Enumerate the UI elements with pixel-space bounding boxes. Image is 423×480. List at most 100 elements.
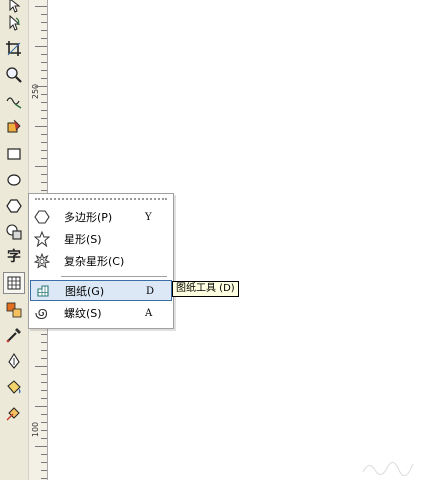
ruler-tick	[41, 142, 47, 143]
menu-item-label: 多边形(P)	[64, 211, 113, 224]
menu-item-graph-paper[interactable]: 图纸(G) D	[30, 280, 172, 301]
graph-paper-icon	[35, 283, 51, 299]
ruler-tick	[35, 86, 47, 87]
ruler-tick	[41, 94, 47, 95]
menu-separator	[61, 276, 167, 277]
tooltip: 图纸工具 (D)	[172, 281, 239, 297]
ruler-tick	[41, 30, 47, 31]
ruler-tick	[41, 102, 47, 103]
ruler-tick	[41, 374, 47, 375]
ruler-tick	[41, 38, 47, 39]
ruler-tick	[41, 158, 47, 159]
ruler-tick	[41, 150, 47, 151]
eyedropper-tool[interactable]	[3, 324, 25, 346]
ruler-tick	[35, 46, 47, 47]
ruler-tick	[41, 398, 47, 399]
ruler-tick	[41, 422, 47, 423]
ruler-tick	[41, 70, 47, 71]
crop-tool[interactable]	[3, 38, 25, 60]
object-flyout-menu: 多边形(P) Y 星形(S) 复杂星形(C) 图纸(G) D 螺纹(S) A	[28, 193, 174, 329]
ruler-tick	[41, 430, 47, 431]
graph-paper-icon	[6, 275, 22, 291]
ruler-label: 100	[31, 421, 41, 437]
ruler-tick	[41, 334, 47, 335]
ruler-tick	[41, 358, 47, 359]
menu-item-polygon[interactable]: 多边形(P) Y	[30, 207, 172, 228]
ruler-tick	[41, 174, 47, 175]
ruler-tick	[41, 118, 47, 119]
smart-fill-tool[interactable]	[3, 116, 25, 138]
ruler-tick	[41, 342, 47, 343]
basic-shapes-icon	[5, 223, 23, 241]
ruler-tick	[41, 78, 47, 79]
ruler-tick	[35, 126, 47, 127]
ruler-tick	[41, 54, 47, 55]
ruler-tick	[41, 22, 47, 23]
fill-tool[interactable]	[3, 376, 25, 398]
ruler-tick	[41, 390, 47, 391]
interactive-fill-icon	[5, 404, 23, 422]
polygon-icon	[34, 209, 50, 225]
crop-icon	[5, 40, 23, 58]
interactive-blend-icon	[5, 301, 23, 319]
menu-item-label: 星形(S)	[64, 233, 102, 246]
polygon-icon	[6, 198, 22, 214]
ellipse-tool[interactable]	[3, 169, 25, 191]
shape-tool[interactable]	[3, 12, 25, 34]
text-tool[interactable]: 字	[3, 245, 25, 267]
pen-nib-icon	[5, 352, 23, 370]
ruler-tick	[41, 462, 47, 463]
interactive-fill-tool[interactable]	[3, 402, 25, 424]
freehand-curve-icon	[5, 92, 23, 110]
text-icon: 字	[7, 249, 21, 265]
rectangle-tool[interactable]	[3, 143, 25, 165]
ruler-tick	[41, 62, 47, 63]
shape-edit-icon	[5, 14, 23, 32]
menu-item-label: 复杂星形(C)	[64, 255, 125, 268]
polygon-tool[interactable]	[3, 195, 25, 217]
ruler-tick	[41, 190, 47, 191]
smart-fill-icon	[5, 118, 23, 136]
menu-item-label: 螺纹(S)	[64, 307, 102, 320]
menu-item-shortcut: Y	[145, 212, 152, 223]
freehand-tool[interactable]	[3, 90, 25, 112]
ruler-tick	[41, 350, 47, 351]
interactive-tool[interactable]	[3, 299, 25, 321]
ruler-tick	[41, 134, 47, 135]
rectangle-icon	[6, 146, 22, 162]
menu-item-shortcut: D	[146, 286, 155, 297]
ruler-tick	[41, 382, 47, 383]
ruler-tick	[41, 478, 47, 479]
complex-star-icon	[33, 252, 51, 269]
toolbox: 字	[0, 0, 29, 480]
menu-item-label: 图纸(G)	[65, 285, 105, 298]
outline-tool[interactable]	[3, 350, 25, 372]
ellipse-icon	[6, 172, 22, 188]
ruler-tick	[41, 454, 47, 455]
star-icon	[33, 230, 51, 248]
ruler-tick	[41, 438, 47, 439]
ruler-tick	[35, 6, 47, 7]
ruler-tick	[41, 182, 47, 183]
menu-item-complex-star[interactable]: 复杂星形(C)	[30, 251, 172, 272]
graph-paper-tool[interactable]	[3, 272, 25, 294]
ruler-tick	[35, 406, 47, 407]
ruler-tick	[35, 166, 47, 167]
menu-item-shortcut: A	[145, 308, 153, 319]
flyout-grip[interactable]	[35, 198, 167, 202]
ruler-tick	[41, 414, 47, 415]
ruler-tick	[35, 446, 47, 447]
basic-shapes-tool[interactable]	[3, 221, 25, 243]
ruler-tick	[35, 366, 47, 367]
ruler-tick	[41, 14, 47, 15]
paint-bucket-icon	[5, 378, 23, 396]
eyedropper-icon	[5, 326, 23, 344]
magnifier-icon	[5, 66, 23, 84]
watermark-logo	[359, 458, 419, 477]
ruler-tick	[41, 110, 47, 111]
zoom-tool[interactable]	[3, 64, 25, 86]
ruler-tick	[41, 470, 47, 471]
menu-item-spiral[interactable]: 螺纹(S) A	[30, 303, 172, 324]
menu-item-star[interactable]: 星形(S)	[30, 229, 172, 250]
spiral-icon	[34, 305, 50, 321]
